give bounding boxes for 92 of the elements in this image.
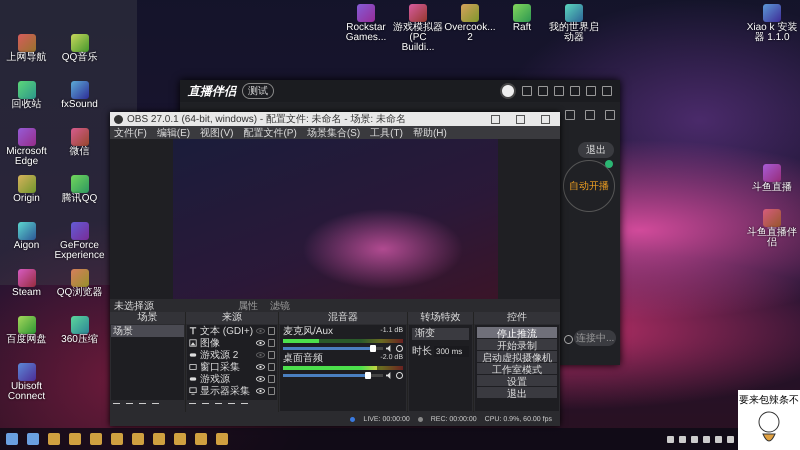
source-item[interactable]: 文本 (GDI+) <box>200 325 254 338</box>
control-button[interactable]: 工作室模式 <box>477 363 557 374</box>
app-icon[interactable] <box>18 81 36 99</box>
image-icon <box>189 339 197 347</box>
icon-label: Overcook... 2 <box>444 23 496 43</box>
control-button[interactable]: 退出 <box>477 387 557 398</box>
duration-label: 时长 <box>412 344 432 358</box>
app-icon <box>114 114 123 124</box>
menu-item[interactable]: 帮助(H) <box>412 126 447 140</box>
gamepad-icon <box>189 375 197 383</box>
exit-button[interactable]: 退出 <box>578 142 614 158</box>
app-logo: 直播伴侣 <box>188 82 236 100</box>
source-item[interactable]: 窗口采集 <box>200 360 240 374</box>
control-button[interactable]: 启动虚拟摄像机 <box>477 351 557 362</box>
control-button[interactable]: 停止推流 <box>477 327 557 338</box>
icon-label: Raft <box>512 23 532 33</box>
icon-label: 游戏模拟器 (PC Buildi... <box>392 23 444 53</box>
channel-name: 桌面音频 <box>283 354 323 364</box>
icon-label: Aigon <box>14 241 40 251</box>
rec-indicator <box>418 416 423 422</box>
icon-label: QQ音乐 <box>62 53 98 63</box>
volume-slider[interactable] <box>283 347 383 350</box>
icon-label: 斗鱼直播伴侣 <box>746 228 798 248</box>
control-button[interactable]: 设置 <box>477 375 557 386</box>
eye-icon[interactable] <box>256 388 265 394</box>
connect-button[interactable]: 连接中... <box>574 330 616 346</box>
gamepad-icon <box>189 351 197 359</box>
text-icon <box>189 327 197 335</box>
dock-title: 场景 <box>110 312 185 324</box>
eye-icon[interactable] <box>256 364 265 370</box>
app-icon[interactable] <box>679 436 686 442</box>
icon-label: 微信 <box>70 147 90 157</box>
app-icon[interactable] <box>70 81 88 99</box>
app-icon[interactable] <box>18 316 36 334</box>
volume-slider[interactable] <box>283 374 383 377</box>
menu-item[interactable]: 编辑(E) <box>156 126 190 140</box>
monitor-icon <box>189 387 197 395</box>
app-icon[interactable] <box>18 222 36 240</box>
menu-item[interactable]: 场景集合(S) <box>306 126 360 140</box>
channel-name: 麦克风/Aux <box>283 327 334 337</box>
icon-label: Rockstar Games... <box>344 23 388 43</box>
app-icon[interactable] <box>18 175 36 193</box>
scene-item[interactable]: 场景 <box>111 325 184 337</box>
eye-icon[interactable] <box>256 340 265 346</box>
icon-label: QQ浏览器 <box>56 288 102 298</box>
menu-item[interactable]: 视图(V) <box>200 126 234 140</box>
control-button[interactable]: 开始录制 <box>477 339 557 350</box>
notification-dot <box>605 160 613 168</box>
icon-label: 360压缩 <box>61 335 98 345</box>
icon-label: fxSound <box>61 100 98 110</box>
icon-label: Microsoft Edge <box>5 147 48 167</box>
window-title: OBS 27.0.1 (64-bit, windows) - 配置文件: 未命名 - 场景: 未命名 <box>127 112 407 126</box>
icon-label: 上网导航 <box>6 53 46 63</box>
icon-label: Origin <box>13 194 40 204</box>
icon-label: Ubisoft Connect <box>6 382 46 402</box>
dock-title: 来源 <box>186 312 278 324</box>
menu-item[interactable]: 工具(T) <box>370 126 403 140</box>
dock-title: 混音器 <box>279 312 407 324</box>
icon-label: Steam <box>12 288 41 298</box>
menu-item[interactable]: 文件(F) <box>114 126 147 140</box>
icon-label: Xiao k 安装器 1.1.0 <box>746 23 798 43</box>
sticker-caption: 要来包辣条不 <box>739 394 799 407</box>
duration-field[interactable]: 300 ms <box>434 346 469 356</box>
app-icon[interactable] <box>513 4 531 22</box>
app-icon[interactable] <box>70 316 88 334</box>
avatar[interactable] <box>500 83 516 99</box>
icon-label: 我的世界启动器 <box>548 23 600 43</box>
toolbar-button[interactable]: 属性 <box>238 298 258 312</box>
source-item[interactable]: 游戏源 2 <box>200 348 238 362</box>
icon-label: 斗鱼直播 <box>752 183 792 193</box>
speaker-icon[interactable] <box>386 372 393 379</box>
source-status: 未选择源 <box>114 300 154 312</box>
dock-title: 控件 <box>474 312 560 324</box>
icon-label: GeForce Experience <box>53 241 106 261</box>
dock-title: 转场特效 <box>408 312 473 324</box>
app-icon[interactable] <box>70 175 88 193</box>
source-item[interactable]: 显示器采集 <box>200 384 250 398</box>
app-icon[interactable] <box>565 4 583 22</box>
eye-icon[interactable] <box>256 376 265 382</box>
version-badge: 测试 <box>242 83 274 99</box>
app-icon[interactable] <box>70 34 88 52</box>
icon-label: 百度网盘 <box>6 335 46 345</box>
icon-label: 回收站 <box>12 100 42 110</box>
window-icon <box>189 363 197 371</box>
settings-icon[interactable] <box>564 335 573 344</box>
menu-item[interactable]: 配置文件(P) <box>243 126 297 140</box>
transition-dropdown[interactable]: 渐变 <box>412 328 469 340</box>
speaker-icon[interactable] <box>386 345 393 352</box>
toolbar-button[interactable]: 滤镜 <box>270 298 290 312</box>
icon-label: 腾讯QQ <box>62 194 98 204</box>
source-item[interactable]: 图像 <box>200 336 220 350</box>
source-item[interactable]: 游戏源 <box>200 372 230 386</box>
